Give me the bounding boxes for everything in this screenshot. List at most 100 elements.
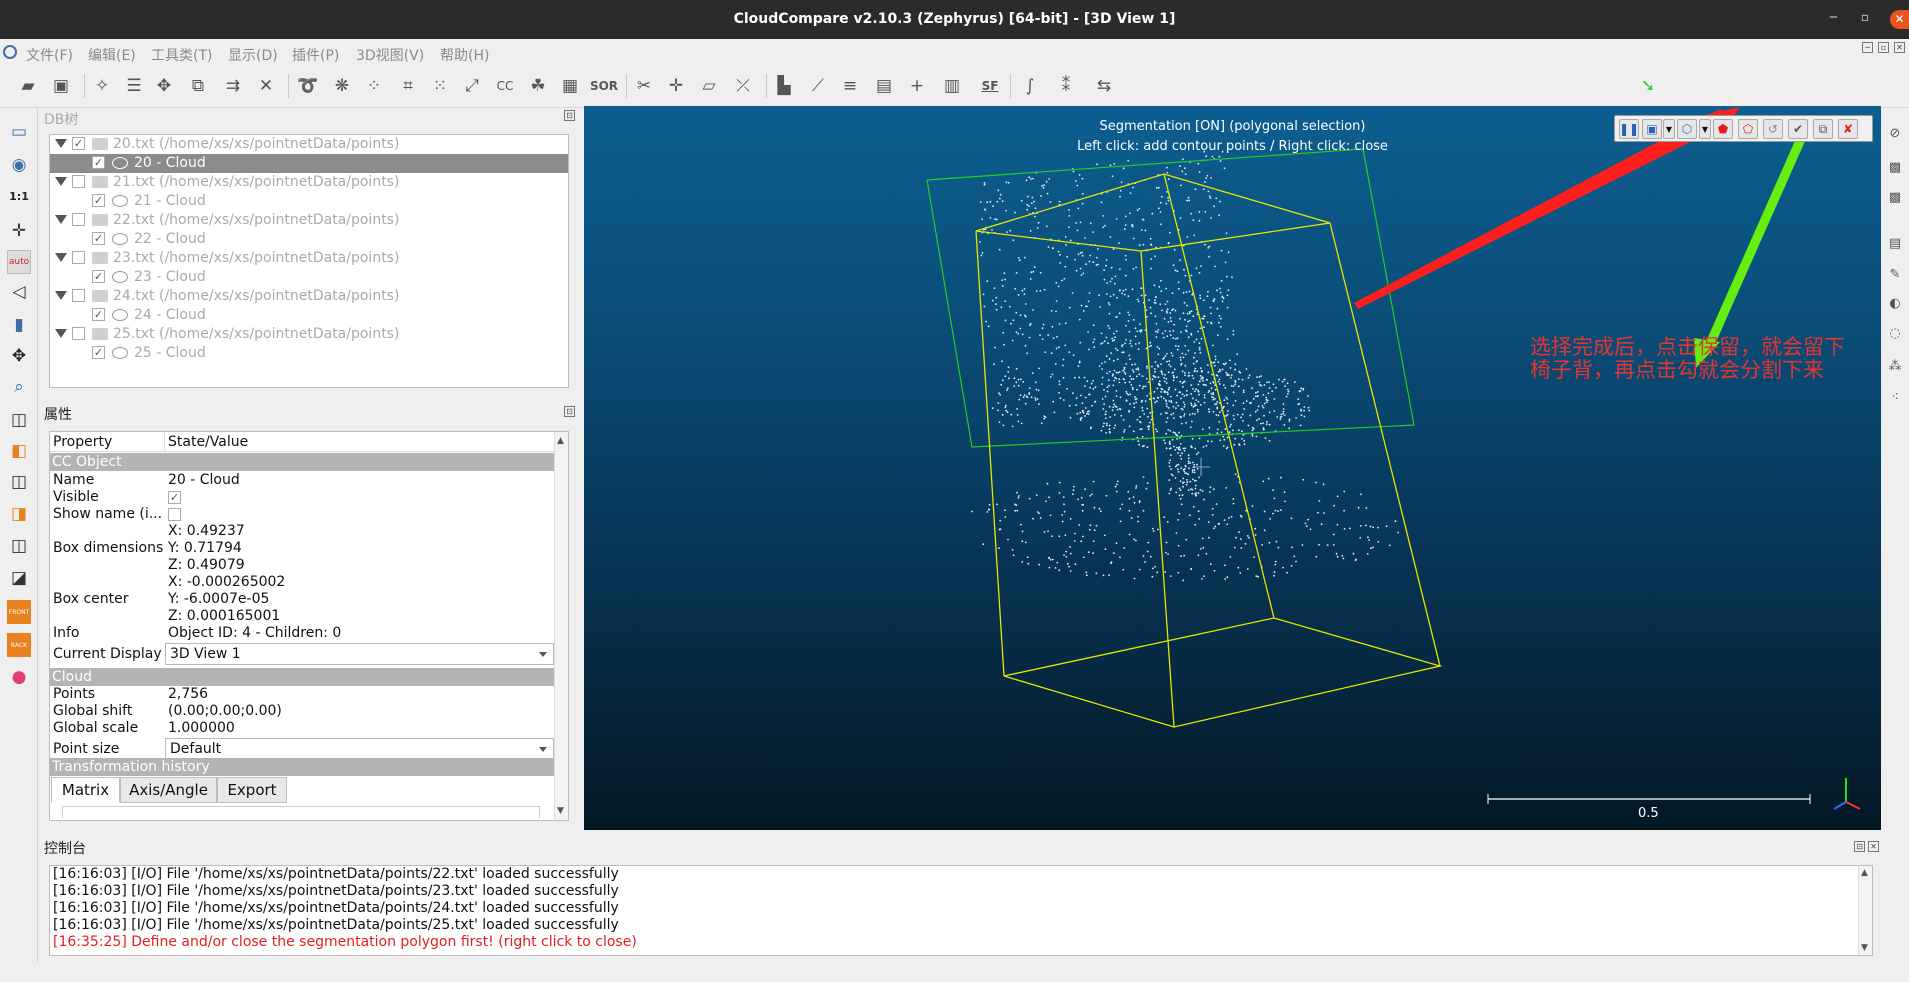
save-icon[interactable]: ▣ — [49, 74, 73, 98]
filter-by-value-icon[interactable]: ≡ — [838, 74, 862, 98]
auto-pivot-icon[interactable]: auto — [7, 250, 31, 274]
tree-checkbox[interactable]: ✓ — [72, 137, 85, 150]
collapse-arrow-icon[interactable] — [55, 291, 67, 300]
tree-item[interactable]: 21.txt (/home/xs/xs/pointnetData/points) — [50, 173, 568, 192]
collapse-arrow-icon[interactable] — [55, 215, 67, 224]
segment-in-icon[interactable]: ⬟ — [1713, 119, 1733, 139]
film-icon[interactable]: ▤ — [1884, 232, 1906, 254]
load-save-polyline-icon[interactable]: ▣ — [1642, 119, 1662, 139]
collapse-arrow-icon[interactable] — [55, 253, 67, 262]
cancel-icon[interactable]: ✘ — [1838, 119, 1858, 139]
tree-checkbox[interactable]: ✓ — [92, 232, 105, 245]
viewport-icon[interactable]: ▮ — [7, 313, 31, 337]
mdi-restore-icon[interactable]: ▫ — [1878, 42, 1889, 53]
brush-icon[interactable]: ✎ — [1884, 263, 1906, 285]
open-icon[interactable]: ▰ — [16, 74, 40, 98]
console-float-icon[interactable]: ⊡ — [1854, 841, 1865, 852]
menu-help[interactable]: 帮助(H) — [440, 45, 489, 65]
noise-filter-icon[interactable]: ⁘ — [362, 74, 386, 98]
close-window-button[interactable]: ✕ — [1890, 10, 1909, 29]
color-icon[interactable]: ▩ — [1884, 156, 1906, 178]
ssao-icon[interactable]: ▩ — [1884, 186, 1906, 208]
hpr-icon[interactable]: ◌ — [1884, 322, 1906, 344]
reset-icon[interactable]: ↺ — [1763, 119, 1783, 139]
calculator-icon[interactable]: ▥ — [940, 74, 964, 98]
menu-plugins[interactable]: 插件(P) — [292, 45, 339, 65]
tree-item[interactable]: 23.txt (/home/xs/xs/pointnetData/points) — [50, 249, 568, 268]
tab-export[interactable]: Export — [217, 777, 287, 803]
pause-icon[interactable]: ❚❚ — [1619, 119, 1639, 139]
sample-points-icon[interactable]: ➰ — [296, 74, 320, 98]
tree-item[interactable]: ✓ 20.txt (/home/xs/xs/pointnetData/point… — [50, 135, 568, 154]
tree-checkbox[interactable] — [72, 251, 85, 264]
mdi-minimize-icon[interactable]: ─ — [1862, 42, 1873, 53]
console-close-icon[interactable]: ✕ — [1868, 841, 1879, 852]
pivot-icon[interactable]: ✛ — [7, 219, 31, 243]
tree-item[interactable]: 22.txt (/home/xs/xs/pointnetData/points) — [50, 211, 568, 230]
zoom-1to1-icon[interactable]: 1:1 — [7, 184, 31, 208]
subsample-icon[interactable]: ❋ — [330, 74, 354, 98]
dbtree-float-icon[interactable]: ⊡ — [564, 110, 575, 121]
ransac-icon[interactable]: ⁖ — [1884, 386, 1906, 408]
calendar-icon[interactable]: ▤ — [872, 74, 896, 98]
perspective-icon[interactable]: ◁ — [7, 280, 31, 304]
menu-3dview[interactable]: 3D视图(V) — [356, 45, 424, 65]
label-connected-icon[interactable]: ☘ — [526, 74, 550, 98]
segment-icon[interactable]: ✂ — [632, 74, 656, 98]
list-icon[interactable]: ☰ — [122, 74, 146, 98]
tree-checkbox[interactable]: ✓ — [92, 270, 105, 283]
right-view-icon[interactable]: ◨ — [7, 502, 31, 526]
clone-icon[interactable]: ⧉ — [186, 74, 210, 98]
iso-view-icon[interactable]: ◪ — [7, 566, 31, 590]
scalar-field-icon[interactable]: SF — [978, 74, 1002, 98]
minimize-icon[interactable]: ─ — [1830, 10, 1837, 24]
dropdown-icon[interactable]: ▼ — [1663, 119, 1675, 139]
top-view-icon[interactable]: ◫ — [7, 408, 31, 432]
visible-checkbox[interactable]: ✓ — [168, 491, 181, 504]
point-pick-icon[interactable]: ⤫ — [731, 74, 755, 98]
back-iso-icon[interactable]: BACK — [7, 633, 31, 657]
confirm-delete-icon[interactable]: ⧉ — [1813, 119, 1833, 139]
polygon-mode-icon[interactable]: ⬡ — [1677, 119, 1697, 139]
mdi-close-icon[interactable]: ✕ — [1894, 42, 1905, 53]
tree-checkbox[interactable] — [72, 289, 85, 302]
3d-view[interactable]: Segmentation [ON] (polygonal selection) … — [584, 106, 1881, 830]
tree-item[interactable]: 25.txt (/home/xs/xs/pointnetData/points) — [50, 325, 568, 344]
tree-item[interactable]: ✓ 22 - Cloud — [50, 230, 568, 249]
tree-checkbox[interactable]: ✓ — [92, 156, 105, 169]
tree-checkbox[interactable] — [72, 175, 85, 188]
segment-out-icon[interactable]: ⬠ — [1738, 119, 1758, 139]
pick-rotation-center-icon[interactable]: ✧ — [90, 74, 114, 98]
scatter-icon[interactable]: ⁙ — [428, 74, 452, 98]
export-icon[interactable]: ⇆ — [1092, 74, 1116, 98]
tree-item[interactable]: ✓ 25 - Cloud — [50, 344, 568, 363]
tree-checkbox[interactable]: ✓ — [92, 346, 105, 359]
properties-float-icon[interactable]: ⊡ — [564, 406, 575, 417]
checker-icon[interactable]: ▦ — [558, 74, 582, 98]
plugin-icon[interactable]: ◐ — [1884, 292, 1906, 314]
point-size-select[interactable]: Default — [165, 738, 554, 760]
histogram-icon[interactable]: ▙ — [772, 74, 796, 98]
tree-item[interactable]: 24.txt (/home/xs/xs/pointnetData/points) — [50, 287, 568, 306]
translate-rotate-icon[interactable]: ✥ — [152, 74, 176, 98]
tree-item-selected[interactable]: ✓ 20 - Cloud — [50, 154, 568, 173]
tree-item[interactable]: ✓ 21 - Cloud — [50, 192, 568, 211]
move-icon[interactable]: ✥ — [7, 344, 31, 368]
tree-checkbox[interactable] — [72, 213, 85, 226]
disable-icon[interactable]: ⊘ — [1884, 122, 1906, 144]
front-iso-icon[interactable]: FRONT — [7, 600, 31, 624]
tree-checkbox[interactable]: ✓ — [92, 308, 105, 321]
collapse-arrow-icon[interactable] — [55, 177, 67, 186]
merge-icon[interactable]: ⇉ — [221, 74, 245, 98]
tree-checkbox[interactable]: ✓ — [92, 194, 105, 207]
menu-file[interactable]: 文件(F) — [26, 45, 73, 65]
front-view-icon[interactable]: ◧ — [7, 439, 31, 463]
gradient-icon[interactable]: ∫ — [1018, 74, 1042, 98]
tab-axis-angle[interactable]: Axis/Angle — [120, 777, 217, 803]
cross-section-icon[interactable]: ▱ — [697, 74, 721, 98]
menu-edit[interactable]: 编辑(E) — [88, 45, 136, 65]
graph-icon[interactable]: ⟋ — [806, 74, 830, 98]
display-icon[interactable]: ▭ — [7, 120, 31, 144]
tree-item[interactable]: ✓ 24 - Cloud — [50, 306, 568, 325]
collapse-arrow-icon[interactable] — [55, 329, 67, 338]
